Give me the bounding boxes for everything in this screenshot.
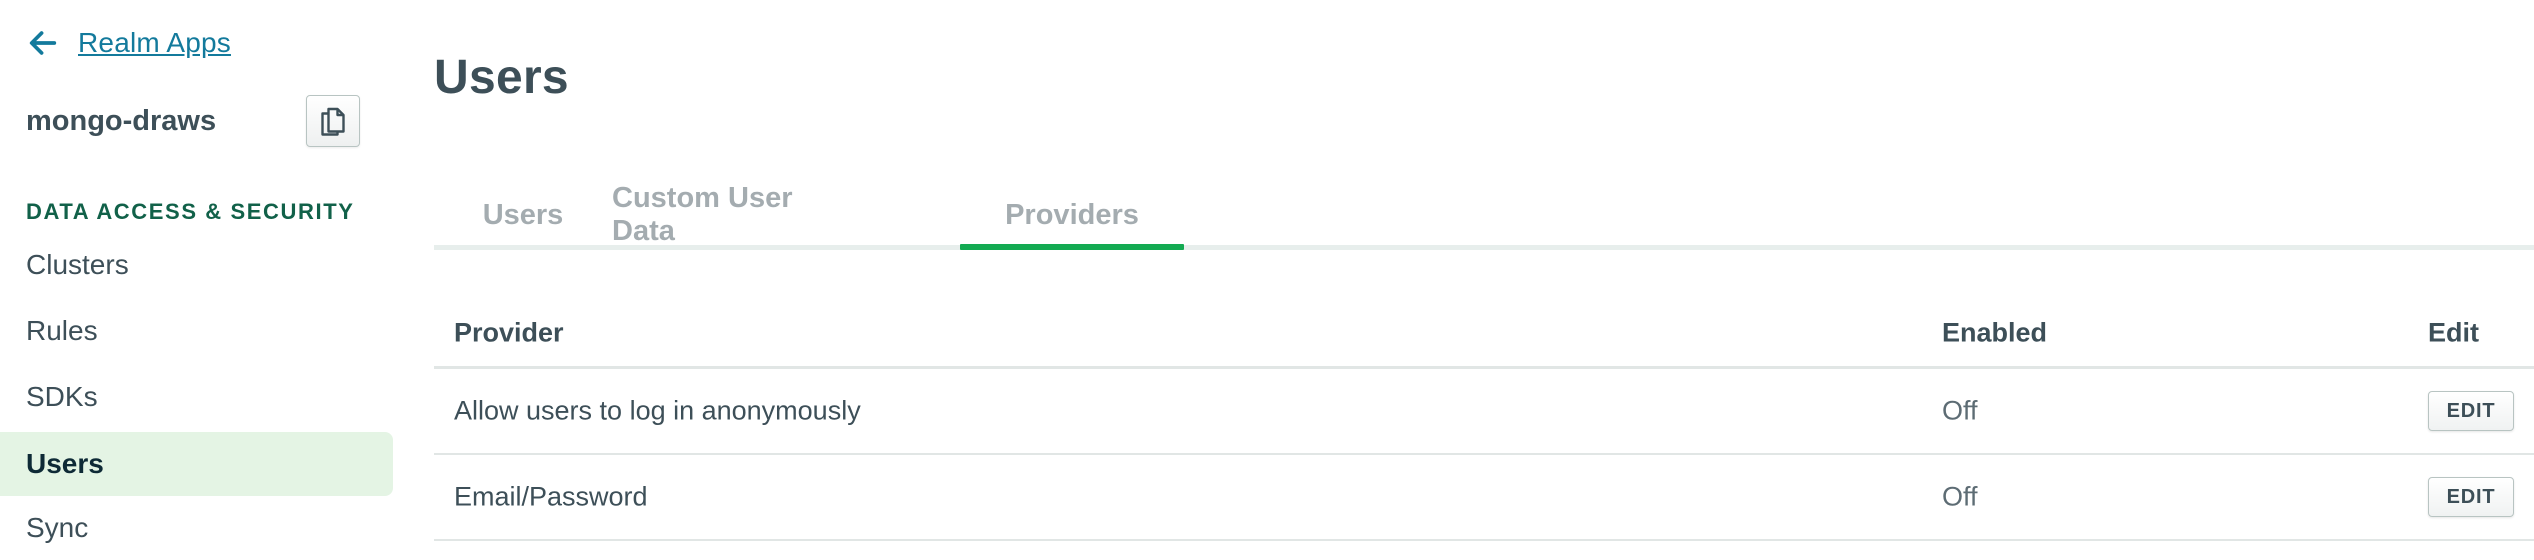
app-name: mongo-draws	[26, 105, 217, 137]
edit-button[interactable]: EDIT	[2428, 391, 2514, 431]
tab-providers[interactable]: Providers	[960, 180, 1184, 250]
arrow-left-icon	[29, 31, 57, 55]
tab-label: Users	[482, 198, 564, 231]
providers-table: Provider Enabled Edit Allow users to log…	[434, 300, 2534, 541]
tab-bar: Users Custom User Data Providers	[434, 180, 2534, 250]
sidebar-item-sync[interactable]: Sync	[0, 496, 393, 560]
sidebar: Realm Apps mongo-draws DATA ACCESS & SEC…	[0, 0, 400, 556]
back-to-realm-apps-link[interactable]: Realm Apps	[26, 26, 231, 60]
section-title-data-access: DATA ACCESS & SECURITY	[26, 199, 355, 224]
back-link-label: Realm Apps	[78, 27, 231, 58]
provider-name: Email/Password	[454, 481, 648, 512]
sidebar-item-users[interactable]: Users	[0, 432, 393, 496]
column-header-edit: Edit	[2428, 317, 2479, 348]
sidebar-item-rules[interactable]: Rules	[0, 299, 393, 363]
sidebar-item-sdks[interactable]: SDKs	[0, 365, 393, 429]
sidebar-item-label: SDKs	[26, 381, 98, 412]
sidebar-item-label: Sync	[26, 512, 89, 543]
table-row: Allow users to log in anonymously Off ED…	[434, 369, 2534, 455]
provider-enabled-status: Off	[1942, 395, 1978, 426]
sidebar-item-clusters[interactable]: Clusters	[0, 233, 393, 297]
tab-label: Custom User Data	[612, 182, 793, 247]
sidebar-item-label: Users	[26, 448, 104, 479]
column-header-provider: Provider	[454, 317, 564, 348]
column-header-enabled: Enabled	[1942, 317, 2048, 348]
page-title: Users	[434, 51, 569, 104]
copy-icon	[321, 107, 345, 136]
copy-app-id-button[interactable]	[306, 95, 360, 147]
tab-users[interactable]: Users	[434, 180, 612, 250]
provider-name: Allow users to log in anonymously	[454, 395, 861, 426]
tab-label: Providers	[1005, 198, 1139, 231]
table-header: Provider Enabled Edit	[434, 300, 2534, 369]
edit-button[interactable]: EDIT	[2428, 477, 2514, 517]
table-row: Email/Password Off EDIT	[434, 455, 2534, 541]
provider-enabled-status: Off	[1942, 481, 1978, 512]
active-tab-indicator	[960, 244, 1184, 250]
sidebar-item-label: Rules	[26, 315, 98, 346]
sidebar-item-label: Clusters	[26, 249, 129, 280]
tab-custom-user-data[interactable]: Custom User Data	[612, 180, 862, 250]
